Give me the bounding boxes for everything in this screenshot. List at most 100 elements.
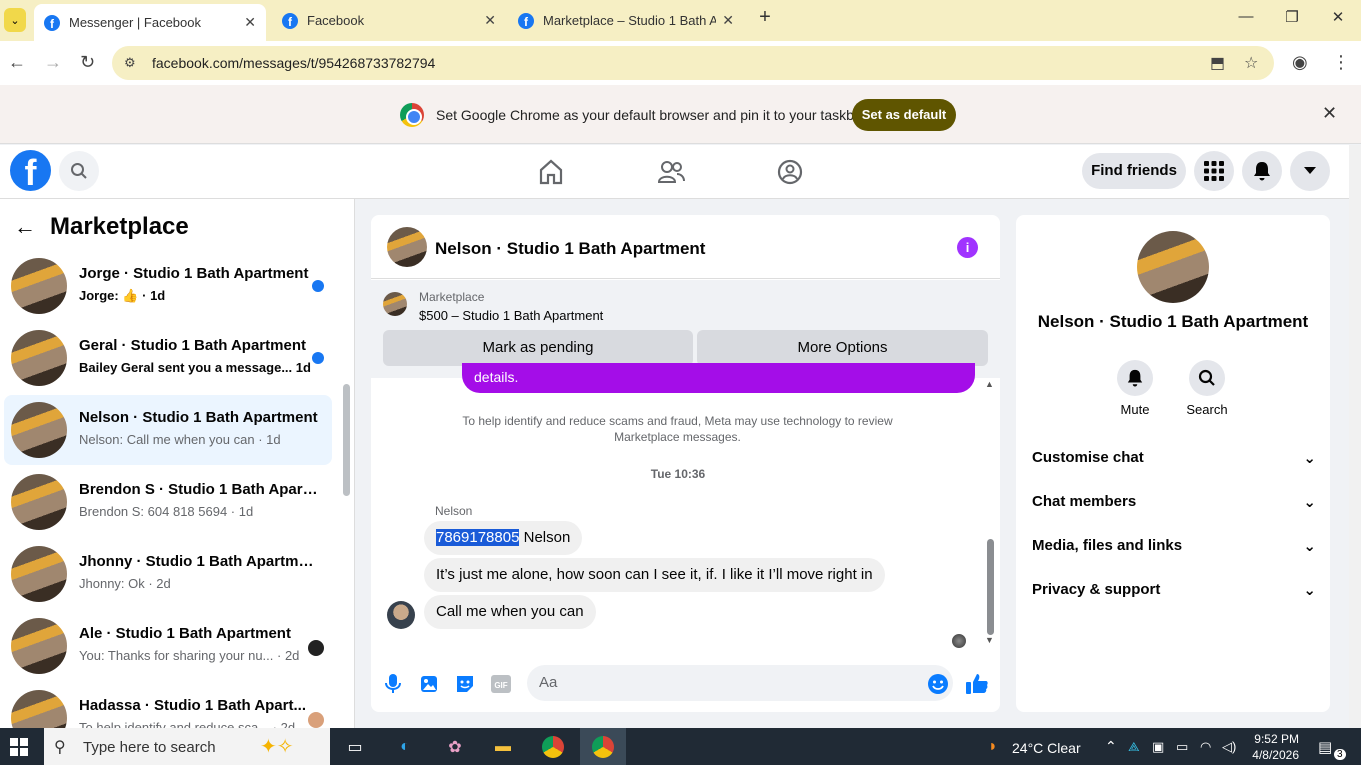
groups-icon[interactable]: [775, 157, 805, 187]
message-input[interactable]: Aa: [527, 665, 953, 701]
profile-icon[interactable]: ◉: [1292, 52, 1308, 73]
minimize-button[interactable]: —: [1231, 8, 1261, 25]
privacy-support-row[interactable]: Privacy & support ⌄: [1032, 581, 1316, 599]
unread-dot-icon: [312, 280, 324, 292]
task-view-icon[interactable]: ▭: [342, 734, 368, 760]
conversation-item[interactable]: Jorge · Studio 1 Bath Apartment Jorge: 👍…: [4, 251, 332, 321]
chat-members-row[interactable]: Chat members ⌄: [1032, 493, 1316, 511]
clock-date[interactable]: 4/8/2026: [1249, 748, 1299, 762]
menu-button[interactable]: [1194, 151, 1234, 191]
thumbs-up-icon[interactable]: [965, 672, 989, 696]
profile-avatar[interactable]: [1137, 231, 1209, 303]
message-timestamp: Tue 10:36: [650, 467, 706, 481]
tab-title: Marketplace – Studio 1 Bath Ap: [543, 13, 717, 28]
microphone-icon[interactable]: [381, 672, 405, 696]
chat-header: Nelson · Studio 1 Bath Apartment i: [371, 215, 1000, 279]
conversation-item[interactable]: Geral · Studio 1 Bath Apartment Bailey G…: [4, 323, 332, 393]
received-message-bubble: It’s just me alone, how soon can I see i…: [424, 558, 885, 592]
tab-messenger[interactable]: f Messenger | Facebook ✕: [34, 4, 266, 41]
search-action[interactable]: Search: [1177, 360, 1237, 417]
more-options-button[interactable]: More Options: [697, 330, 988, 366]
marketplace-header: ← Marketplace: [14, 213, 189, 241]
sticker-icon[interactable]: [453, 672, 477, 696]
app-icon[interactable]: ✿: [442, 734, 468, 760]
sent-message-bubble: details.: [462, 363, 975, 393]
set-as-default-button[interactable]: Set as default: [852, 99, 956, 131]
wifi-icon[interactable]: ◠: [1200, 739, 1211, 755]
chevron-up-icon[interactable]: ⌃: [1105, 738, 1117, 755]
account-button[interactable]: [1290, 151, 1330, 191]
meet-icon[interactable]: ▣: [1152, 739, 1164, 755]
listing-price-title[interactable]: $500 – Studio 1 Bath Apartment: [419, 308, 603, 323]
sender-avatar[interactable]: [387, 601, 415, 629]
notification-center-icon[interactable]: ▤: [1318, 738, 1332, 756]
forward-icon[interactable]: →: [44, 52, 62, 73]
weather-icon[interactable]: ◗: [980, 734, 1006, 760]
scroll-down-arrow-icon[interactable]: ▼: [985, 635, 994, 645]
find-friends-button[interactable]: Find friends: [1082, 153, 1186, 189]
reload-icon[interactable]: ↻: [80, 52, 95, 73]
clock-time[interactable]: 9:52 PM: [1253, 732, 1299, 746]
listing-thumbnail: [11, 546, 67, 602]
bell-icon: [1127, 369, 1143, 387]
customise-chat-row[interactable]: Customise chat ⌄: [1032, 449, 1316, 467]
mark-as-pending-button[interactable]: Mark as pending: [383, 330, 693, 366]
media-files-links-row[interactable]: Media, files and links ⌄: [1032, 537, 1316, 555]
chrome-active-icon[interactable]: [580, 728, 626, 765]
maximize-button[interactable]: ❐: [1277, 8, 1307, 26]
facebook-favicon-icon: f: [518, 12, 534, 29]
weather-text[interactable]: 24°C Clear: [1012, 740, 1081, 756]
back-icon[interactable]: ←: [8, 52, 26, 73]
url-text[interactable]: facebook.com/messages/t/954268733782794: [152, 55, 435, 71]
back-arrow-icon[interactable]: ←: [14, 214, 36, 239]
conversation-item[interactable]: Ale · Studio 1 Bath Apartment You: Thank…: [4, 611, 332, 681]
volume-icon[interactable]: ◁): [1222, 739, 1236, 755]
close-tab-icon[interactable]: ✕: [722, 12, 734, 29]
conversation-list-scrollbar[interactable]: [343, 384, 350, 496]
address-bar[interactable]: ⚙ facebook.com/messages/t/95426873378279…: [112, 46, 1274, 80]
close-infobar-icon[interactable]: ✕: [1322, 103, 1337, 124]
tab-strip: ⌄ f Messenger | Facebook ✕ f Facebook ✕ …: [0, 0, 1361, 41]
install-app-icon[interactable]: ⬒: [1210, 53, 1225, 73]
tab-facebook[interactable]: f Facebook ✕: [272, 4, 506, 37]
bookmark-star-icon[interactable]: ☆: [1244, 53, 1258, 73]
tab-marketplace[interactable]: f Marketplace – Studio 1 Bath Ap ✕: [508, 4, 744, 37]
scroll-up-arrow-icon[interactable]: ▲: [985, 379, 994, 389]
file-explorer-icon[interactable]: ▬: [490, 734, 516, 760]
photo-icon[interactable]: [417, 672, 441, 696]
mute-action[interactable]: Mute: [1105, 360, 1165, 417]
notifications-button[interactable]: [1242, 151, 1282, 191]
chrome-icon[interactable]: [540, 734, 566, 760]
home-icon[interactable]: [536, 157, 566, 187]
new-tab-button[interactable]: +: [750, 6, 780, 29]
tab-search-button[interactable]: ⌄: [4, 8, 26, 32]
conversation-snippet: You: Thanks for sharing your nu... · 2d: [79, 648, 300, 663]
conversation-snippet: Brendon S: 604 818 5694 · 1d: [79, 504, 254, 519]
friends-icon[interactable]: [656, 157, 686, 187]
close-tab-icon[interactable]: ✕: [244, 14, 256, 31]
close-window-button[interactable]: ✕: [1323, 8, 1353, 26]
selected-text: 7869178805: [436, 529, 520, 546]
chat-title[interactable]: Nelson · Studio 1 Bath Apartment: [435, 239, 705, 259]
windows-start-icon[interactable]: [10, 738, 28, 756]
conversation-item[interactable]: Brendon S · Studio 1 Bath Apart... Brend…: [4, 467, 332, 537]
chrome-menu-icon[interactable]: ⋮: [1332, 52, 1350, 73]
emoji-icon[interactable]: [926, 672, 950, 696]
tray-app-icon[interactable]: ⟁: [1128, 739, 1140, 755]
conversation-item[interactable]: Jhonny · Studio 1 Bath Apartment Jhonny:…: [4, 539, 332, 609]
close-tab-icon[interactable]: ✕: [484, 12, 496, 29]
facebook-logo-icon[interactable]: f: [10, 150, 51, 191]
gif-icon[interactable]: GIF: [489, 672, 513, 696]
chat-scrollbar[interactable]: [987, 539, 994, 635]
site-info-icon[interactable]: ⚙: [124, 55, 136, 71]
battery-icon[interactable]: ▭: [1176, 739, 1188, 755]
taskbar-search-box[interactable]: ⚲ Type here to search ✦✧: [44, 728, 330, 765]
conversation-item-selected[interactable]: Nelson · Studio 1 Bath Apartment Nelson:…: [4, 395, 332, 465]
chat-avatar[interactable]: [387, 227, 427, 267]
page-scrollbar[interactable]: [1349, 145, 1361, 728]
search-button[interactable]: [59, 151, 99, 191]
edge-icon[interactable]: ◐: [392, 734, 418, 760]
info-icon[interactable]: i: [957, 237, 978, 258]
tab-title: Facebook: [307, 13, 365, 28]
conversation-item[interactable]: Hadassa · Studio 1 Bath Apart... To help…: [4, 683, 332, 728]
